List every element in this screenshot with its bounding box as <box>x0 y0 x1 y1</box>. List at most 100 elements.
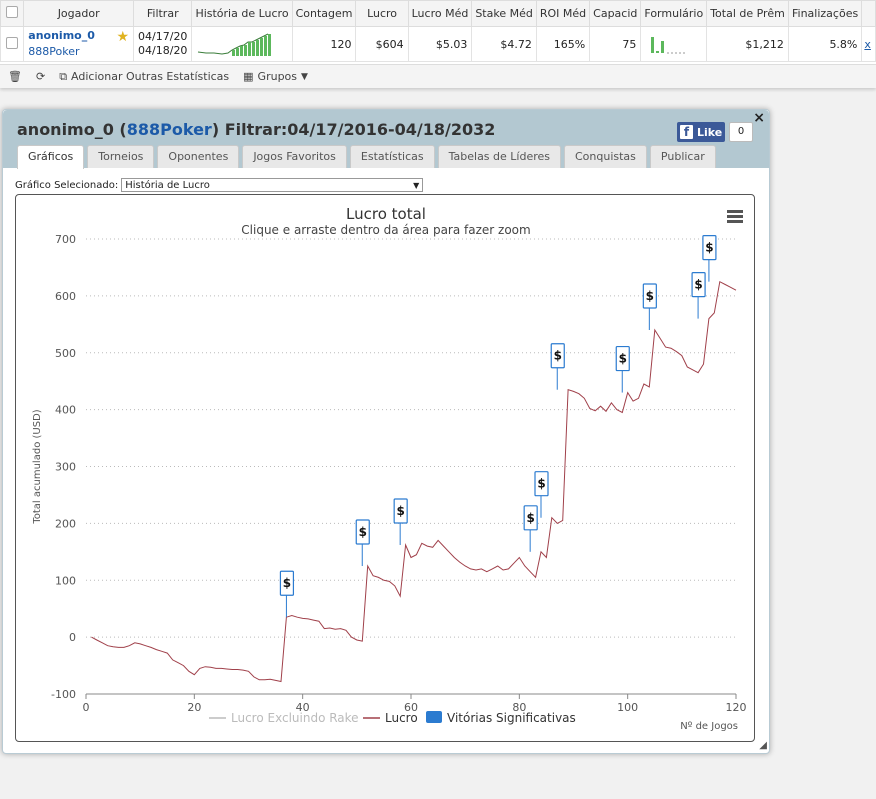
y-tick-label: 700 <box>55 233 76 246</box>
flag-label: $ <box>283 576 291 590</box>
refresh-icon[interactable]: ⟳ <box>36 70 45 83</box>
x-tick-label: 20 <box>187 701 201 714</box>
flag-label: $ <box>537 477 545 491</box>
flag-label: $ <box>526 511 534 525</box>
sparkline <box>198 33 272 56</box>
count-cell: 120 <box>291 26 357 62</box>
avg-roi-cell: 165% <box>535 26 591 62</box>
col-form[interactable]: Formulário <box>640 0 708 27</box>
panel-site-link[interactable]: 888Poker <box>127 120 212 139</box>
flag-label: $ <box>705 241 713 255</box>
col-profit-history[interactable]: História de Lucro <box>191 0 293 27</box>
chart-svg[interactable]: Lucro totalClique e arraste dentro da ár… <box>16 195 756 743</box>
panel-title: anonimo_0 (888Poker) Filtrar:04/17/2016-… <box>17 120 496 139</box>
player-site-link[interactable]: 888Poker <box>28 44 129 60</box>
y-axis-label: Total acumulado (USD) <box>32 409 43 524</box>
y-tick-label: 300 <box>55 461 76 474</box>
groups-button[interactable]: ▦ Grupos ▼ <box>243 70 308 83</box>
chart-select[interactable]: História de Lucro ▼ <box>121 178 424 192</box>
chart-title: Lucro total <box>346 205 426 223</box>
add-stats-button[interactable]: ⧉ Adicionar Outras Estatísticas <box>59 70 229 84</box>
finishes-cell: 5.8% <box>787 26 863 62</box>
col-player[interactable]: Jogador <box>23 0 135 27</box>
tab-publish[interactable]: Publicar <box>649 145 716 168</box>
tab-opponents[interactable]: Oponentes <box>157 145 240 168</box>
filter-to: 04/18/20 <box>138 44 188 57</box>
y-tick-label: 200 <box>55 517 76 530</box>
col-filter[interactable]: Filtrar <box>133 0 193 27</box>
legend-swatch-flags <box>426 711 442 723</box>
table-row: anonimo_0 888Poker ★ 04/17/20 04/18/20 1… <box>0 26 876 62</box>
form-bars <box>651 36 688 53</box>
flag-label: $ <box>359 525 367 539</box>
tab-favorite-games[interactable]: Jogos Favoritos <box>242 145 347 168</box>
form-cell[interactable] <box>640 26 708 62</box>
chart-subtitle: Clique e arraste dentro da área para faz… <box>241 223 530 237</box>
profit-history-sparkline[interactable] <box>191 26 293 62</box>
avg-profit-cell: $5.03 <box>407 26 473 62</box>
col-avg-roi[interactable]: ROI Méd <box>535 0 591 27</box>
panel-tabs: Gráficos Torneios Oponentes Jogos Favori… <box>17 145 716 169</box>
flag-label: $ <box>396 504 404 518</box>
col-total-prizes[interactable]: Total de Prêm <box>706 0 789 27</box>
x-tick-label: 0 <box>83 701 90 714</box>
panel-header: anonimo_0 (888Poker) Filtrar:04/17/2016-… <box>3 110 769 169</box>
legend-item-flags: Vitórias Significativas <box>447 711 576 725</box>
player-cell: anonimo_0 888Poker ★ <box>23 26 135 62</box>
filter-from: 04/17/20 <box>138 30 188 43</box>
tab-statistics[interactable]: Estatísticas <box>349 145 435 168</box>
profit-chart[interactable]: Lucro total Clique e arraste dentro da ár… <box>15 194 755 742</box>
filter-cell: 04/17/20 04/18/20 <box>133 26 193 62</box>
chart-select-label: Gráfico Selecionado: <box>15 179 119 191</box>
trash-icon[interactable]: 🗑 <box>8 70 22 83</box>
x-tick-label: 100 <box>617 701 638 714</box>
facebook-like-count: 0 <box>729 122 753 142</box>
tab-achievements[interactable]: Conquistas <box>564 145 647 168</box>
col-count[interactable]: Contagem <box>291 0 357 27</box>
legend-item-rake: Lucro Excluindo Rake <box>231 711 359 725</box>
col-avg-profit[interactable]: Lucro Méd <box>407 0 473 27</box>
flag-label: $ <box>554 349 562 363</box>
legend-item-lucro: Lucro <box>385 711 418 725</box>
chevron-down-icon: ▼ <box>301 71 308 82</box>
col-finishes[interactable]: Finalizações <box>787 0 863 27</box>
chevron-down-icon: ▼ <box>413 180 420 190</box>
select-all-checkbox[interactable] <box>0 0 25 27</box>
facebook-icon: f <box>680 125 693 139</box>
y-tick-label: 600 <box>55 290 76 303</box>
y-tick-label: -100 <box>51 688 76 701</box>
close-icon[interactable]: × <box>753 110 765 126</box>
resize-handle-icon[interactable]: ◢ <box>759 740 767 751</box>
col-ability[interactable]: Capacid <box>589 0 642 27</box>
series-line-lucro <box>91 280 737 683</box>
stats-table: Jogador Filtrar História de Lucro Contag… <box>0 0 876 88</box>
col-profit[interactable]: Lucro <box>355 0 409 27</box>
facebook-like-button[interactable]: f Like <box>677 122 725 142</box>
avg-stake-cell: $4.72 <box>471 26 537 62</box>
stats-header-row: Jogador Filtrar História de Lucro Contag… <box>0 0 876 27</box>
award-icon: ★ <box>116 29 130 45</box>
chart-select-row: Gráfico Selecionado: História de Lucro ▼ <box>15 178 424 192</box>
total-prizes-cell: $1,212 <box>706 26 789 62</box>
remove-row-link[interactable]: x <box>861 26 876 62</box>
player-name-link[interactable]: anonimo_0 <box>28 28 129 44</box>
y-tick-label: 100 <box>55 574 76 587</box>
y-tick-label: 500 <box>55 347 76 360</box>
profit-cell: $604 <box>355 26 409 62</box>
y-tick-label: 0 <box>69 631 76 644</box>
x-axis-label: Nº de Jogos <box>680 721 738 732</box>
stats-toolbar: 🗑 ⟳ ⧉ Adicionar Outras Estatísticas ▦ Grup… <box>0 64 876 88</box>
y-tick-label: 400 <box>55 404 76 417</box>
flag-label: $ <box>619 352 627 366</box>
flag-label: $ <box>694 278 702 292</box>
chart-menu-icon[interactable] <box>727 210 743 223</box>
col-avg-stake[interactable]: Stake Méd <box>471 0 537 27</box>
flag-label: $ <box>646 289 654 303</box>
row-checkbox[interactable] <box>0 26 25 62</box>
tab-leaderboards[interactable]: Tabelas de Líderes <box>437 145 561 168</box>
player-panel: anonimo_0 (888Poker) Filtrar:04/17/2016-… <box>2 109 770 754</box>
tab-charts[interactable]: Gráficos <box>17 145 85 169</box>
tab-tournaments[interactable]: Torneios <box>87 145 155 168</box>
ability-cell: 75 <box>589 26 642 62</box>
groups-icon: ▦ <box>243 70 254 83</box>
